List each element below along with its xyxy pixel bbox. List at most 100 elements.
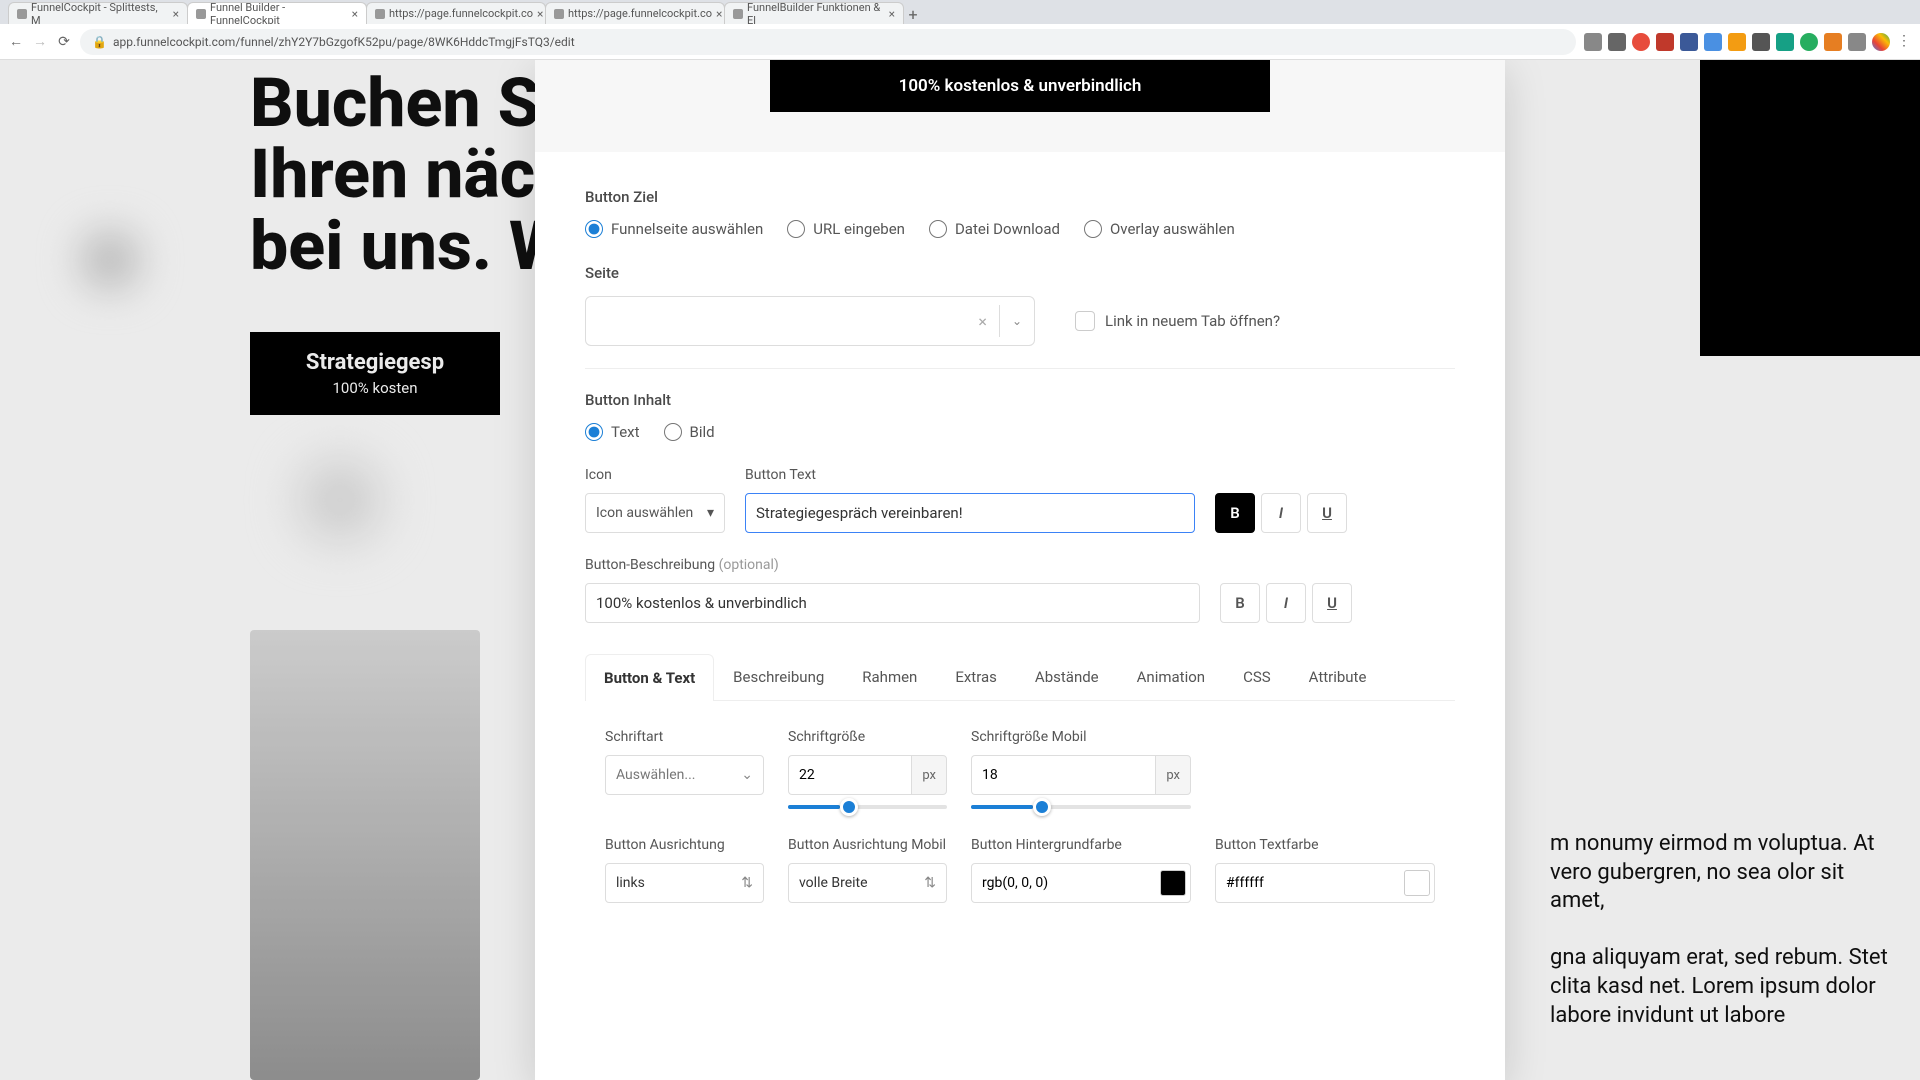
seite-label: Seite (585, 264, 1455, 282)
browser-chrome: FunnelCockpit - Splittests, M× Funnel Bu… (0, 0, 1920, 60)
page-background: Buchen Si Ihren näch bei uns. W Strategi… (0, 60, 1920, 1080)
close-icon[interactable]: × (537, 7, 543, 21)
slider-thumb[interactable] (840, 798, 858, 816)
button-desc-label: Button-Beschreibung (optional) (585, 557, 1455, 573)
browser-tab[interactable]: Funnel Builder - FunnelCockpit× (187, 2, 367, 24)
chevron-down-icon: ⇅ (741, 875, 753, 891)
extension-icon[interactable] (1680, 33, 1698, 51)
preview-button: 100% kostenlos & unverbindlich (770, 60, 1270, 112)
button-ausrichtung-mobil-select[interactable]: volle Breite⇅ (788, 863, 947, 903)
extension-icon[interactable] (1608, 33, 1626, 51)
color-swatch[interactable] (1160, 870, 1186, 896)
extension-icon[interactable] (1824, 33, 1842, 51)
extension-icons: ⋮ (1584, 33, 1912, 51)
radio-overlay[interactable]: Overlay auswählen (1084, 220, 1235, 238)
button-editor-modal: 100% kostenlos & unverbindlich Button Zi… (535, 60, 1505, 1080)
extension-icon[interactable] (1584, 33, 1602, 51)
tab-beschreibung[interactable]: Beschreibung (714, 653, 843, 700)
tab-css[interactable]: CSS (1224, 653, 1290, 700)
underline-button[interactable]: U (1312, 583, 1352, 623)
button-text-input[interactable] (745, 493, 1195, 533)
new-tab-checkbox[interactable]: Link in neuem Tab öffnen? (1075, 311, 1280, 331)
button-textcolor-label: Button Textfarbe (1215, 837, 1435, 853)
address-bar-row: ← → ⟳ 🔒app.funnelcockpit.com/funnel/zhY2… (0, 24, 1920, 60)
extension-icon[interactable] (1752, 33, 1770, 51)
clear-icon[interactable]: × (978, 312, 987, 331)
chevron-down-icon: ⌄ (1012, 314, 1022, 328)
underline-button[interactable]: U (1307, 493, 1347, 533)
close-icon[interactable]: × (716, 7, 722, 21)
schriftgroesse-mobil-input[interactable] (971, 755, 1155, 795)
close-icon[interactable]: × (352, 7, 358, 21)
chevron-down-icon: ⇅ (924, 875, 936, 891)
browser-tab[interactable]: https://page.funnelcockpit.co× (545, 2, 725, 24)
color-swatch[interactable] (1404, 870, 1430, 896)
extension-icon[interactable] (1848, 33, 1866, 51)
tab-attribute[interactable]: Attribute (1290, 653, 1386, 700)
button-text-label: Button Text (745, 467, 1195, 483)
extension-icon[interactable] (1800, 33, 1818, 51)
button-desc-input[interactable] (585, 583, 1200, 623)
close-icon[interactable]: × (173, 7, 179, 21)
button-textcolor[interactable] (1215, 863, 1435, 903)
button-ausrichtung-select[interactable]: links⇅ (605, 863, 764, 903)
chevron-down-icon: ⌄ (741, 767, 753, 783)
browser-tab[interactable]: https://page.funnelcockpit.co× (366, 2, 546, 24)
italic-button[interactable]: I (1266, 583, 1306, 623)
modal-overlay: 100% kostenlos & unverbindlich Button Zi… (0, 60, 1920, 1080)
unit-label: px (1155, 755, 1191, 795)
extension-icon[interactable] (1776, 33, 1794, 51)
style-tabs: Button & Text Beschreibung Rahmen Extras… (585, 653, 1455, 701)
schriftgroesse-label: Schriftgröße (788, 729, 947, 745)
extension-icon[interactable] (1728, 33, 1746, 51)
tab-button-text[interactable]: Button & Text (585, 654, 714, 701)
italic-button[interactable]: I (1261, 493, 1301, 533)
button-bg-color[interactable] (971, 863, 1191, 903)
color-value-input[interactable] (982, 875, 1160, 891)
extension-icon[interactable] (1656, 33, 1674, 51)
bold-button[interactable]: B (1220, 583, 1260, 623)
extension-icon[interactable] (1704, 33, 1722, 51)
button-preview: 100% kostenlos & unverbindlich (535, 60, 1505, 152)
color-value-input[interactable] (1226, 875, 1404, 891)
schriftgroesse-mobil-slider[interactable] (971, 805, 1191, 809)
schriftgroesse-slider[interactable] (788, 805, 947, 809)
schriftgroesse-mobil-label: Schriftgröße Mobil (971, 729, 1191, 745)
tab-content: Schriftart Auswählen...⌄ Schriftgröße px (585, 701, 1455, 931)
browser-tab-bar: FunnelCockpit - Splittests, M× Funnel Bu… (0, 0, 1920, 24)
button-ziel-label: Button Ziel (585, 188, 1455, 206)
button-bg-label: Button Hintergrundfarbe (971, 837, 1191, 853)
tab-animation[interactable]: Animation (1118, 653, 1224, 700)
lock-icon: 🔒 (92, 35, 107, 49)
radio-url-eingeben[interactable]: URL eingeben (787, 220, 905, 238)
reload-icon[interactable]: ⟳ (56, 34, 72, 50)
close-icon[interactable]: × (889, 7, 895, 21)
browser-tab[interactable]: FunnelCockpit - Splittests, M× (8, 2, 188, 24)
radio-text[interactable]: Text (585, 423, 640, 441)
button-ziel-radios: Funnelseite auswählen URL eingeben Datei… (585, 220, 1455, 238)
forward-icon: → (32, 34, 48, 50)
back-icon[interactable]: ← (8, 34, 24, 50)
url-bar[interactable]: 🔒app.funnelcockpit.com/funnel/zhY2Y7bGzg… (80, 29, 1576, 55)
checkbox-icon[interactable] (1075, 311, 1095, 331)
radio-datei-download[interactable]: Datei Download (929, 220, 1060, 238)
browser-tab[interactable]: FunnelBuilder Funktionen & El× (724, 2, 904, 24)
tab-rahmen[interactable]: Rahmen (843, 653, 936, 700)
slider-thumb[interactable] (1033, 798, 1051, 816)
radio-funnelseite[interactable]: Funnelseite auswählen (585, 220, 763, 238)
chevron-down-icon: ▾ (707, 505, 714, 521)
icon-label: Icon (585, 467, 725, 483)
tab-abstaende[interactable]: Abstände (1016, 653, 1118, 700)
button-ausrichtung-mobil-label: Button Ausrichtung Mobil (788, 837, 947, 853)
icon-select[interactable]: Icon auswählen ▾ (585, 493, 725, 533)
seite-dropdown[interactable]: × ⌄ (585, 296, 1035, 346)
avatar-icon[interactable] (1872, 33, 1890, 51)
tab-extras[interactable]: Extras (936, 653, 1016, 700)
schriftgroesse-input[interactable] (788, 755, 911, 795)
bold-button[interactable]: B (1215, 493, 1255, 533)
new-tab-button[interactable]: + (903, 4, 923, 24)
radio-bild[interactable]: Bild (664, 423, 715, 441)
menu-icon[interactable]: ⋮ (1896, 33, 1912, 49)
schriftart-select[interactable]: Auswählen...⌄ (605, 755, 764, 795)
extension-icon[interactable] (1632, 33, 1650, 51)
